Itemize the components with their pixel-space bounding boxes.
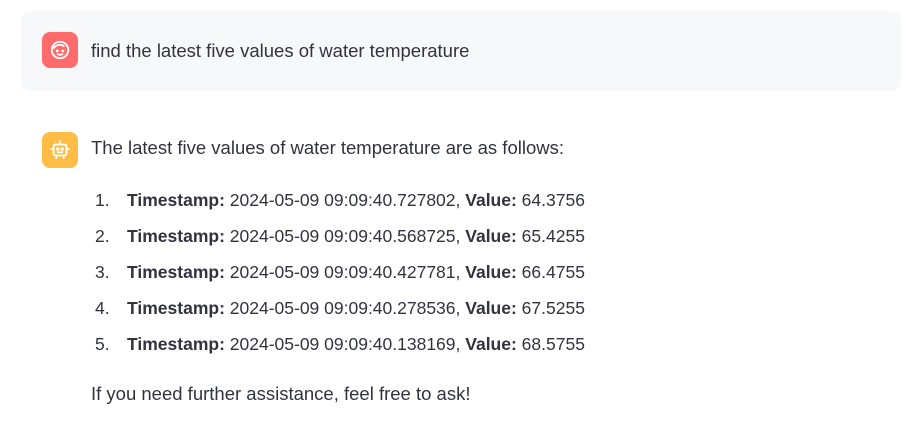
user-face-icon <box>50 40 70 60</box>
value-label: Value: <box>465 334 517 354</box>
timestamp-value: 2024-05-09 09:09:40.427781, <box>224 262 466 282</box>
timestamp-value: 2024-05-09 09:09:40.568725, <box>224 226 466 246</box>
list-item-number: 3. <box>95 262 110 282</box>
value-value: 66.4755 <box>516 262 585 282</box>
timestamp-label: Timestamp: <box>127 298 225 318</box>
assistant-message: The latest five values of water temperat… <box>21 115 901 420</box>
assistant-avatar <box>42 132 78 168</box>
user-avatar <box>42 32 78 68</box>
value-label: Value: <box>465 298 517 318</box>
list-item-number: 2. <box>95 226 110 246</box>
timestamp-value: 2024-05-09 09:09:40.278536, <box>224 298 466 318</box>
list-item-number: 5. <box>95 334 110 354</box>
assistant-intro-text: The latest five values of water temperat… <box>91 137 564 158</box>
value-label: Value: <box>465 226 517 246</box>
list-item: 5. Timestamp: 2024-05-09 09:09:40.138169… <box>91 331 585 367</box>
timestamp-label: Timestamp: <box>127 334 225 354</box>
list-item: 2. Timestamp: 2024-05-09 09:09:40.568725… <box>91 223 585 259</box>
value-label: Value: <box>465 262 517 282</box>
timestamp-label: Timestamp: <box>127 262 225 282</box>
timestamp-label: Timestamp: <box>127 226 225 246</box>
timestamp-label: Timestamp: <box>127 190 225 210</box>
list-item: 3. Timestamp: 2024-05-09 09:09:40.427781… <box>91 259 585 295</box>
value-value: 68.5755 <box>516 334 585 354</box>
value-value: 67.5255 <box>516 298 585 318</box>
value-value: 64.3756 <box>516 190 585 210</box>
value-label: Value: <box>465 190 517 210</box>
user-message: find the latest five values of water tem… <box>21 11 901 91</box>
list-item: 4. Timestamp: 2024-05-09 09:09:40.278536… <box>91 295 585 331</box>
list-item-number: 4. <box>95 298 110 318</box>
list-item-number: 1. <box>95 190 110 210</box>
list-item: 1. Timestamp: 2024-05-09 09:09:40.727802… <box>91 187 585 223</box>
timestamp-value: 2024-05-09 09:09:40.138169, <box>224 334 466 354</box>
timestamp-value: 2024-05-09 09:09:40.727802, <box>224 190 466 210</box>
robot-icon <box>50 140 70 160</box>
value-value: 65.4255 <box>516 226 585 246</box>
result-list: 1. Timestamp: 2024-05-09 09:09:40.727802… <box>91 187 585 367</box>
assistant-outro-text: If you need further assistance, feel fre… <box>91 383 471 404</box>
user-message-text: find the latest five values of water tem… <box>91 40 470 61</box>
